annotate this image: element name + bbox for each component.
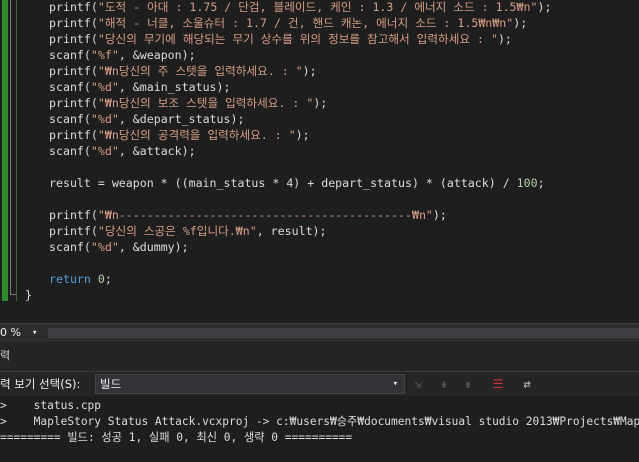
code-token: "₩n당신의 보조 스텟을 입력하세요. : ": [97, 96, 314, 110]
code-line: scanf("%d", &dummy);: [49, 239, 189, 255]
code-token: "₩n당신의 공격력을 입력하세요. : ": [97, 128, 296, 142]
code-line: printf("₩n당신의 공격력을 입력하세요. : ");: [49, 127, 310, 143]
code-token: "%d": [90, 144, 119, 158]
code-line: scanf("%f", &weapon);: [49, 47, 196, 63]
code-token: , &weapon);: [118, 48, 196, 62]
code-token: }: [25, 288, 32, 302]
code-line: printf("₩n당신의 보조 스텟을 입력하세요. : ");: [49, 95, 327, 111]
code-token: printf(: [49, 208, 98, 222]
output-panel-title: 력: [0, 349, 11, 362]
code-token: );: [432, 208, 447, 222]
code-token: scanf(: [49, 112, 91, 126]
code-token: );: [302, 64, 317, 78]
code-token: "%d": [90, 80, 119, 94]
code-token: "₩n당신의 주 스텟을 입력하세요. : ": [97, 64, 303, 78]
code-token: );: [537, 0, 552, 14]
output-source-select[interactable]: 빌드 ▾: [95, 374, 405, 394]
code-token: result = weapon * ((main_status * 4) + d…: [49, 176, 517, 190]
panel-divider: [0, 371, 639, 372]
code-token: "도적 - 아대 : 1.75 / 단검, 블레이드, 케인 : 1.3 / 에…: [97, 0, 538, 14]
change-tracking-margin: [2, 0, 8, 301]
code-token: printf(: [49, 128, 98, 142]
code-token: );: [313, 96, 328, 110]
code-token: printf(: [49, 96, 98, 110]
code-token: "%d": [90, 112, 119, 126]
output-text-area[interactable]: > status.cpp > MapleStory Status Attack.v…: [0, 396, 639, 462]
code-token: printf(: [49, 32, 98, 46]
code-line: scanf("%d", &depart_status);: [49, 111, 244, 127]
output-line: > MapleStory Status Attack.vcxproj -> c:…: [0, 415, 639, 428]
outlining-guide: [10, 0, 11, 295]
code-token: "₩n-------------------------------------…: [97, 208, 433, 222]
goto-location-icon[interactable]: ⇲: [410, 376, 426, 392]
clear-all-icon[interactable]: ☰: [490, 376, 506, 392]
code-line: printf("해적 - 너클, 소울슈터 : 1.7 / 건, 핸드 캐논, …: [49, 15, 527, 31]
code-token: scanf(: [49, 240, 91, 254]
code-token: , result);: [256, 224, 327, 238]
code-token: , &depart_status);: [118, 112, 245, 126]
code-token: , &dummy);: [118, 240, 189, 254]
code-token: return: [49, 272, 91, 286]
previous-message-icon[interactable]: ⇞: [436, 376, 452, 392]
code-line: scanf("%d", &main_status);: [49, 79, 231, 95]
code-line: printf("₩n당신의 주 스텟을 입력하세요. : ");: [49, 63, 317, 79]
code-token: "%f": [90, 48, 119, 62]
change-tracking-margin-inner: [16, 0, 17, 301]
code-token: );: [295, 128, 310, 142]
code-token: ;: [537, 176, 545, 190]
next-message-icon[interactable]: ⇟: [460, 376, 476, 392]
zoom-dropdown-arrow-icon[interactable]: ▾: [32, 324, 37, 342]
code-line: result = weapon * ((main_status * 4) + d…: [49, 175, 545, 191]
code-line: }: [25, 287, 32, 303]
code-line: printf("당신의 스공은 %f입니다.₩n", result);: [49, 223, 327, 239]
show-output-from-label: 력 보기 선택(S):: [0, 377, 81, 391]
code-line: return 0;: [49, 271, 112, 287]
output-source-value: 빌드: [100, 377, 122, 391]
code-token: printf(: [49, 0, 98, 14]
output-panel: 력 력 보기 선택(S): 빌드 ▾ ⇲ ⇞ ⇟ ☰ ⇄ > status.cpp > M…: [0, 342, 639, 462]
zoom-level[interactable]: 0 %: [0, 324, 21, 342]
horizontal-scrollbar[interactable]: [48, 328, 639, 338]
code-token: , &attack);: [118, 144, 196, 158]
output-line: ========= 빌드: 성공 1, 실패 0, 최신 0, 생략 0 ===…: [0, 431, 353, 444]
code-token: ;: [104, 272, 112, 286]
code-token: "해적 - 너클, 소울슈터 : 1.7 / 건, 핸드 캐논, 에너지 소드 …: [97, 16, 514, 30]
code-token: printf(: [49, 16, 98, 30]
zoom-scroll-strip: 0 % ▾: [0, 323, 639, 342]
code-line: printf("도적 - 아대 : 1.75 / 단검, 블레이드, 케인 : …: [49, 0, 551, 15]
code-token: , &main_status);: [118, 80, 231, 94]
code-token: "당신의 무기에 해당되는 무기 상수를 위의 정보를 참고해서 입력하세요 :…: [97, 32, 498, 46]
code-token: "당신의 스공은 %f입니다.₩n": [97, 224, 257, 238]
code-line: printf("당신의 무기에 해당되는 무기 상수를 위의 정보를 참고해서 …: [49, 31, 512, 47]
code-token: printf(: [49, 224, 98, 238]
code-token: scanf(: [49, 80, 91, 94]
outlining-guide-end: [10, 294, 16, 295]
code-line: scanf("%d", &attack);: [49, 143, 196, 159]
output-line: > status.cpp: [0, 399, 102, 412]
code-token: scanf(: [49, 144, 91, 158]
word-wrap-icon[interactable]: ⇄: [519, 376, 535, 392]
code-token: );: [513, 16, 528, 30]
code-token: );: [497, 32, 512, 46]
code-token: "%d": [90, 240, 119, 254]
chevron-down-icon: ▾: [392, 379, 398, 389]
code-line: printf("₩n------------------------------…: [49, 207, 447, 223]
code-token: scanf(: [49, 48, 91, 62]
code-token: printf(: [49, 64, 98, 78]
code-token: 0: [97, 272, 105, 286]
code-token: 100: [516, 176, 538, 190]
code-editor[interactable]: printf("도적 - 아대 : 1.75 / 단검, 블레이드, 케인 : …: [0, 0, 639, 323]
